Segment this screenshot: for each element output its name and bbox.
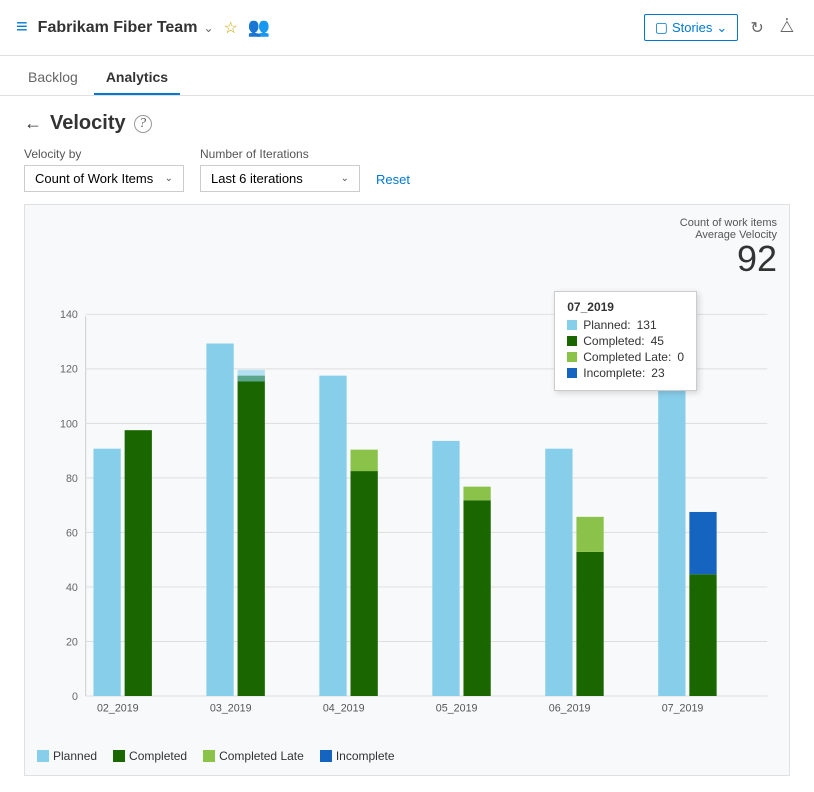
legend-item-completed: Completed (113, 749, 187, 763)
tooltip-planned-val: 131 (637, 318, 657, 332)
iterations-chevron-icon: ⌄ (341, 173, 349, 184)
tooltip-planned-label: Planned: (583, 318, 630, 332)
nav-tabs: Backlog Analytics (0, 56, 814, 96)
page-title: Velocity (50, 112, 126, 135)
tooltip-completed-row: Completed: 45 (567, 334, 684, 348)
back-row: ← Velocity ? (24, 112, 790, 135)
bar-group-07-2019: 07_2019 (658, 341, 716, 715)
svg-text:140: 140 (60, 309, 78, 321)
tooltip-completed-label: Completed: (583, 334, 644, 348)
legend-label-completed: Completed (129, 749, 187, 763)
tooltip-incomplete-row: Incomplete: 23 (567, 366, 684, 380)
app-header: ≡ Fabrikam Fiber Team ⌄ ☆ 👥 ▢ Stories ⌄ … (0, 0, 814, 56)
svg-text:03_2019: 03_2019 (210, 703, 252, 715)
team-name: Fabrikam Fiber Team (38, 19, 198, 37)
tooltip-incomplete-val: 23 (651, 366, 664, 380)
tooltip-completed-late-val: 0 (677, 350, 684, 364)
velocity-by-chevron-icon: ⌄ (165, 173, 173, 184)
legend-swatch-incomplete (320, 750, 332, 762)
bar-group-02-2019: 02_2019 (93, 430, 151, 714)
tab-analytics[interactable]: Analytics (94, 61, 180, 95)
legend-swatch-completed (113, 750, 125, 762)
legend-item-planned: Planned (37, 749, 97, 763)
avg-value: 92 (737, 238, 777, 279)
reset-button[interactable]: Reset (376, 167, 410, 192)
svg-text:04_2019: 04_2019 (323, 703, 365, 715)
svg-text:80: 80 (66, 473, 78, 485)
tooltip-completed-late-label: Completed Late: (583, 350, 671, 364)
legend-swatch-completed-late (203, 750, 215, 762)
svg-text:20: 20 (66, 636, 78, 648)
help-icon[interactable]: ? (134, 115, 152, 133)
stories-button[interactable]: ▢ Stories ⌄ (644, 14, 739, 41)
app-icon: ≡ (16, 16, 28, 39)
tooltip-sprint: 07_2019 (567, 300, 684, 314)
svg-text:120: 120 (60, 364, 78, 376)
velocity-by-group: Velocity by Count of Work Items ⌄ (24, 147, 184, 192)
bar-group-04-2019: 04_2019 (319, 376, 377, 715)
svg-text:05_2019: 05_2019 (436, 703, 478, 715)
svg-text:40: 40 (66, 582, 78, 594)
legend-label-incomplete: Incomplete (336, 749, 395, 763)
svg-text:02_2019: 02_2019 (97, 703, 139, 715)
iterations-dropdown[interactable]: Last 6 iterations ⌄ (200, 165, 360, 192)
tooltip-planned-row: Planned: 131 (567, 318, 684, 332)
chart-legend: Planned Completed Completed Late Incompl… (37, 749, 777, 763)
legend-item-completed-late: Completed Late (203, 749, 304, 763)
velocity-by-value: Count of Work Items (35, 171, 153, 186)
legend-label-completed-late: Completed Late (219, 749, 304, 763)
velocity-by-label: Velocity by (24, 147, 184, 161)
tooltip-completed-swatch (567, 336, 577, 346)
stories-label: Stories (672, 20, 712, 35)
svg-text:06_2019: 06_2019 (549, 703, 591, 715)
bar-chart: 0 20 40 60 80 100 (37, 281, 777, 741)
tooltip-incomplete-label: Incomplete: (583, 366, 645, 380)
tooltip-planned-swatch (567, 320, 577, 330)
bar-group-05-2019: 05_2019 (432, 441, 490, 715)
stories-chevron-icon: ⌄ (716, 20, 727, 36)
favorite-icon[interactable]: ☆ (224, 18, 238, 38)
refresh-button[interactable]: ↻ (746, 14, 767, 42)
svg-text:0: 0 (72, 691, 78, 703)
header-actions: ▢ Stories ⌄ ↻ ⧊ (644, 14, 798, 42)
team-chevron-icon[interactable]: ⌄ (203, 21, 213, 35)
members-icon[interactable]: 👥 (248, 17, 270, 38)
stories-icon: ▢ (655, 19, 668, 36)
legend-swatch-planned (37, 750, 49, 762)
tooltip-completed-late-swatch (567, 352, 577, 362)
svg-text:100: 100 (60, 418, 78, 430)
page-content: ← Velocity ? Velocity by Count of Work I… (0, 96, 814, 792)
avg-velocity-display: Count of work items Average Velocity 92 (37, 217, 777, 277)
velocity-by-dropdown[interactable]: Count of Work Items ⌄ (24, 165, 184, 192)
legend-item-incomplete: Incomplete (320, 749, 395, 763)
controls-row: Velocity by Count of Work Items ⌄ Number… (24, 147, 790, 192)
iterations-label: Number of Iterations (200, 147, 360, 161)
expand-button[interactable]: ⧊ (776, 15, 798, 41)
bar-group-03-2019: 03_2019 (206, 344, 264, 715)
tab-backlog[interactable]: Backlog (16, 61, 90, 95)
chart-section: Count of work items Average Velocity 92 … (24, 204, 790, 776)
svg-text:60: 60 (66, 527, 78, 539)
iterations-value: Last 6 iterations (211, 171, 303, 186)
iterations-group: Number of Iterations Last 6 iterations ⌄ (200, 147, 360, 192)
legend-label-planned: Planned (53, 749, 97, 763)
chart-tooltip: 07_2019 Planned: 131 Completed: 45 Compl… (554, 291, 697, 391)
tooltip-completed-val: 45 (651, 334, 664, 348)
avg-label-line1: Count of work items (37, 217, 777, 229)
tooltip-incomplete-swatch (567, 368, 577, 378)
back-button[interactable]: ← (24, 113, 42, 134)
bar-group-06-2019: 06_2019 (545, 449, 603, 715)
tooltip-completed-late-row: Completed Late: 0 (567, 350, 684, 364)
avg-label-line2: Average Velocity (37, 229, 777, 241)
svg-text:07_2019: 07_2019 (662, 703, 704, 715)
